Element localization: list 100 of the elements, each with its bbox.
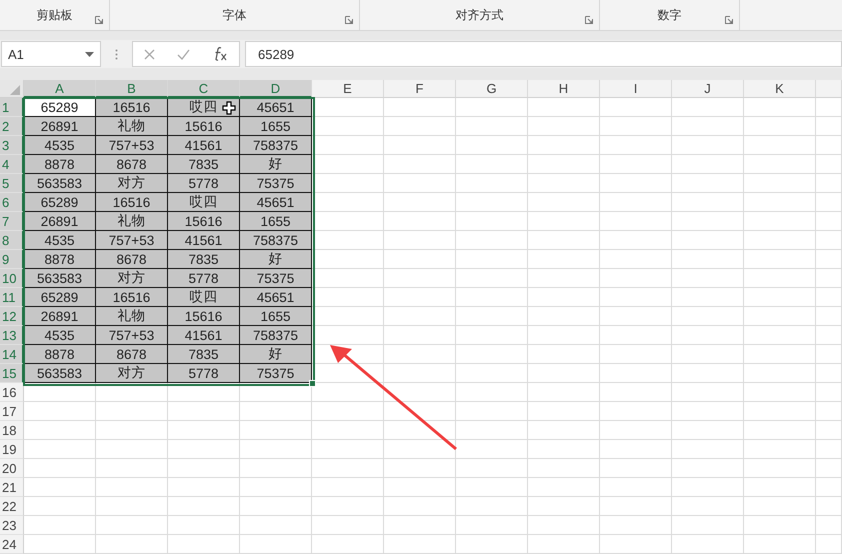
empty-cell — [168, 383, 240, 402]
row-header[interactable]: 5 — [0, 174, 24, 193]
row-header[interactable]: 21 — [0, 478, 24, 497]
empty-cell — [168, 497, 240, 516]
row-header[interactable]: 14 — [0, 345, 24, 364]
row-header[interactable]: 17 — [0, 402, 24, 421]
empty-cell — [672, 345, 744, 364]
empty-cell — [744, 459, 816, 478]
row-header[interactable]: 12 — [0, 307, 24, 326]
empty-cell — [96, 383, 168, 402]
group-label: 对齐方式 — [456, 6, 504, 24]
row-header[interactable]: 9 — [0, 250, 24, 269]
row-header[interactable]: 2 — [0, 117, 24, 136]
row-header[interactable]: 3 — [0, 136, 24, 155]
row-header[interactable]: 16 — [0, 383, 24, 402]
column-header[interactable]: E — [312, 80, 384, 98]
empty-cell — [744, 193, 816, 212]
empty-cell — [528, 402, 600, 421]
empty-cell — [528, 459, 600, 478]
dialog-launcher-icon[interactable] — [725, 16, 733, 24]
row-header[interactable]: 1 — [0, 98, 24, 117]
empty-cell — [96, 402, 168, 421]
row-header[interactable]: 20 — [0, 459, 24, 478]
empty-cell — [240, 440, 312, 459]
empty-cell — [312, 497, 384, 516]
table-cell: 26891 — [24, 307, 96, 326]
empty-cell — [816, 250, 842, 269]
column-header[interactable]: H — [528, 80, 600, 98]
column-header[interactable]: C — [168, 80, 240, 98]
column-header[interactable]: K — [744, 80, 816, 98]
column-header[interactable]: F — [384, 80, 456, 98]
empty-cell — [528, 193, 600, 212]
row-header[interactable]: 10 — [0, 269, 24, 288]
empty-cell — [528, 364, 600, 383]
row-header[interactable]: 22 — [0, 497, 24, 516]
group-label: 剪贴板 — [36, 6, 72, 24]
empty-cell — [456, 136, 528, 155]
dialog-launcher-icon[interactable] — [95, 16, 103, 24]
empty-cell — [384, 193, 456, 212]
row-header[interactable]: 13 — [0, 326, 24, 345]
column-header[interactable]: J — [672, 80, 744, 98]
table-cell: 好 — [240, 155, 312, 174]
empty-cell — [456, 174, 528, 193]
row-header[interactable]: 15 — [0, 364, 24, 383]
table-cell: 对方 — [96, 174, 168, 193]
row-header[interactable]: 7 — [0, 212, 24, 231]
row-header[interactable]: 18 — [0, 421, 24, 440]
empty-cell — [384, 478, 456, 497]
name-box[interactable]: A1 — [1, 41, 101, 67]
check-icon[interactable] — [177, 48, 190, 60]
dialog-launcher-icon[interactable] — [345, 16, 353, 24]
empty-cell — [744, 345, 816, 364]
row-header[interactable]: 6 — [0, 193, 24, 212]
table-cell: 26891 — [24, 117, 96, 136]
row-header[interactable]: 8 — [0, 231, 24, 250]
empty-cell — [240, 535, 312, 554]
dialog-launcher-icon[interactable] — [585, 16, 593, 24]
empty-cell — [744, 307, 816, 326]
row-header[interactable]: 19 — [0, 440, 24, 459]
empty-cell — [168, 478, 240, 497]
empty-cell — [240, 402, 312, 421]
empty-cell — [600, 288, 672, 307]
empty-cell — [672, 307, 744, 326]
row-header[interactable]: 24 — [0, 535, 24, 554]
empty-cell — [96, 535, 168, 554]
empty-cell — [816, 345, 842, 364]
empty-cell — [384, 212, 456, 231]
column-header[interactable]: D — [240, 80, 312, 98]
column-header[interactable]: B — [96, 80, 168, 98]
empty-cell — [600, 212, 672, 231]
column-header[interactable]: A — [24, 80, 96, 98]
empty-cell — [600, 440, 672, 459]
column-header[interactable]: I — [600, 80, 672, 98]
empty-cell — [384, 117, 456, 136]
empty-cell — [384, 136, 456, 155]
row-header[interactable]: 11 — [0, 288, 24, 307]
fill-handle[interactable] — [309, 380, 316, 387]
dropdown-caret-icon[interactable] — [85, 52, 94, 56]
empty-cell — [384, 516, 456, 535]
empty-cell — [744, 383, 816, 402]
empty-cell — [672, 212, 744, 231]
table-cell: 8878 — [24, 345, 96, 364]
table-cell: 563583 — [24, 174, 96, 193]
formula-field[interactable]: 65289 — [245, 41, 842, 67]
empty-cell — [672, 193, 744, 212]
row-header[interactable]: 4 — [0, 155, 24, 174]
row-header[interactable]: 23 — [0, 516, 24, 535]
empty-cell — [528, 383, 600, 402]
table-cell: 26891 — [24, 212, 96, 231]
empty-cell — [600, 535, 672, 554]
empty-cell — [456, 250, 528, 269]
empty-cell — [528, 136, 600, 155]
empty-cell — [816, 212, 842, 231]
table-cell: 礼物 — [96, 117, 168, 136]
empty-cell — [600, 383, 672, 402]
cancel-icon[interactable] — [144, 48, 155, 60]
column-header[interactable]: G — [456, 80, 528, 98]
empty-cell — [168, 516, 240, 535]
table-cell: 5778 — [168, 364, 240, 383]
table-cell: 哎四 — [168, 193, 240, 212]
